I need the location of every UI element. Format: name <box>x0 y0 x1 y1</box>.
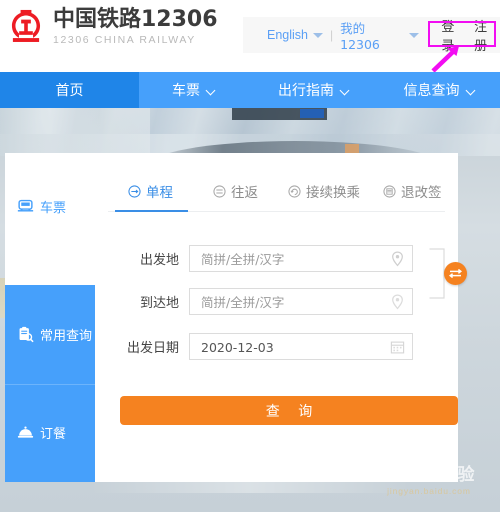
date-input-box[interactable] <box>189 333 413 361</box>
train-icon <box>17 199 34 212</box>
search-button[interactable]: 查 询 <box>120 396 458 425</box>
clipboard-search-icon <box>19 326 34 343</box>
brand-name-cn: 中国铁路12306 <box>53 7 218 32</box>
to-input[interactable] <box>199 289 393 316</box>
china-railway-logo-icon <box>11 9 41 42</box>
location-pin-icon <box>392 294 403 310</box>
from-input-box[interactable] <box>189 245 413 273</box>
chevron-down-icon <box>467 86 476 95</box>
tab-transfer[interactable]: 接续换乘 <box>288 181 360 201</box>
to-field-row: 到达地 <box>95 288 458 316</box>
page-root: 车票 常用查询 订餐 单程 往返 接续换乘 退改签 出发地 简拼/全拼/汉字 到… <box>0 0 500 512</box>
tab-one-way[interactable]: 单程 <box>128 181 173 201</box>
nav-item-tickets[interactable]: 车票 <box>139 72 249 108</box>
nav-item-label: 出行指南 <box>278 83 334 99</box>
nav-item-home[interactable]: 首页 <box>0 72 139 108</box>
logo-text-block: 中国铁路12306 12306 CHINA RAILWAY <box>53 8 218 47</box>
panel-main: 单程 往返 接续换乘 退改签 出发地 简拼/全拼/汉字 到达地 简拼/全拼/汉字… <box>95 153 458 482</box>
my12306-menu[interactable]: 我的12306 <box>340 18 420 52</box>
nav-item-label: 首页 <box>55 83 84 99</box>
nav-item-label: 车票 <box>172 83 200 99</box>
sidebar-item-tickets[interactable]: 车票 <box>5 153 95 285</box>
active-tab-underline <box>115 210 188 212</box>
one-way-icon <box>128 184 141 198</box>
sidebar-item-label: 常用查询 <box>40 329 93 344</box>
calendar-icon <box>390 341 405 354</box>
register-link[interactable]: 注册 <box>474 16 500 54</box>
header-separator: | <box>330 28 334 42</box>
date-field-row: 出发日期 <box>95 333 458 361</box>
tab-label: 单程 <box>146 185 173 201</box>
brand-name-en: 12306 CHINA RAILWAY <box>53 34 196 46</box>
nav-item-travel-guide[interactable]: 出行指南 <box>249 72 379 108</box>
language-label: English <box>267 28 308 42</box>
auth-links: 登录 注册 <box>441 16 500 54</box>
main-navigation: 首页 车票 出行指南 信息查询 <box>0 72 500 108</box>
from-field-row: 出发地 <box>95 245 458 273</box>
panel-sidebar: 车票 常用查询 订餐 <box>5 153 95 482</box>
date-label: 出发日期 <box>126 341 179 356</box>
tab-label: 接续换乘 <box>306 185 360 201</box>
chevron-down-icon <box>409 32 420 38</box>
tab-label: 退改签 <box>401 185 442 201</box>
date-input[interactable] <box>199 334 393 361</box>
chevron-down-icon <box>341 86 350 95</box>
tab-label: 往返 <box>231 185 258 201</box>
tab-round-trip[interactable]: 往返 <box>213 181 258 201</box>
to-label: 到达地 <box>139 296 179 311</box>
from-label: 出发地 <box>139 253 179 268</box>
transfer-icon <box>288 184 301 198</box>
sidebar-item-common-queries[interactable]: 常用查询 <box>5 285 95 385</box>
sidebar-item-label: 订餐 <box>40 427 67 442</box>
nav-item-label: 信息查询 <box>403 83 460 99</box>
search-mode-tabs: 单程 往返 接续换乘 退改签 <box>108 181 445 211</box>
nav-item-info-query[interactable]: 信息查询 <box>379 72 500 108</box>
swap-stations-button[interactable] <box>444 262 467 285</box>
my12306-label: 我的12306 <box>340 21 380 52</box>
header-utility-links: English | 我的12306 登录 注册 <box>243 16 500 54</box>
swap-arrows-icon <box>448 268 463 279</box>
site-header: 中国铁路12306 12306 CHINA RAILWAY English | … <box>0 0 500 73</box>
tab-refund-change[interactable]: 退改签 <box>383 181 442 201</box>
location-pin-icon <box>392 251 403 267</box>
chevron-down-icon <box>313 32 323 38</box>
from-input[interactable] <box>199 246 393 273</box>
round-trip-icon <box>213 184 226 198</box>
sidebar-item-label: 车票 <box>40 201 67 216</box>
chevron-down-icon <box>207 86 216 95</box>
sidebar-item-meal-order[interactable]: 订餐 <box>5 385 95 482</box>
login-link[interactable]: 登录 <box>441 16 467 54</box>
site-logo[interactable]: 中国铁路12306 12306 CHINA RAILWAY <box>7 8 218 47</box>
to-input-box[interactable] <box>189 288 413 316</box>
banner-orange-shape <box>345 144 359 153</box>
refund-change-icon <box>383 184 396 198</box>
meal-cloche-icon <box>17 426 34 438</box>
language-selector[interactable]: English <box>267 28 323 42</box>
banner-blue-shape <box>300 109 324 118</box>
